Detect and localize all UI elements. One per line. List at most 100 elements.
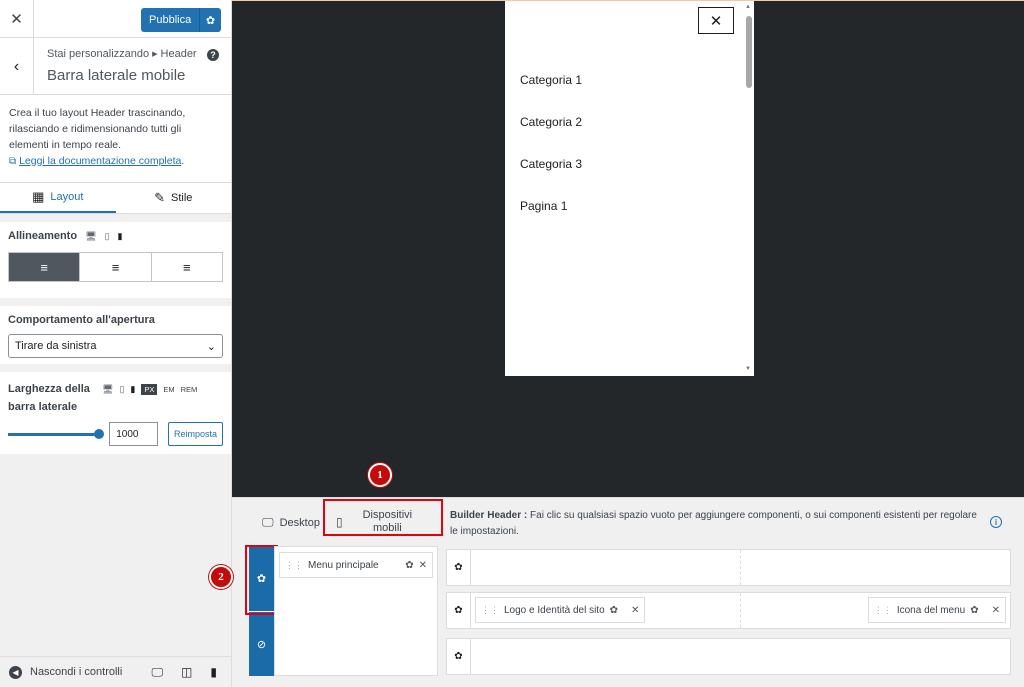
mobile-offcanvas-panel: ✕ Categoria 1 Categoria 2 Categoria 3 Pa… (505, 1, 754, 376)
align-center-button[interactable]: ≡ (80, 253, 152, 281)
mobile-menu: Categoria 1 Categoria 2 Categoria 3 Pagi… (520, 73, 582, 241)
reset-button[interactable]: Reimposta (167, 422, 223, 446)
close-menu-button[interactable]: ✕ (698, 7, 734, 34)
component-menu-icon[interactable]: ⋮⋮ Icona del menu ✿ ✕ (867, 597, 1006, 623)
hide-offcanvas-eye-icon[interactable]: ⊘ (249, 611, 274, 676)
scroll-down-icon[interactable]: ▼ (745, 366, 751, 372)
tab-desktop[interactable]: 🖵 Desktop (262, 515, 320, 530)
tab-style[interactable]: ✎ Stile (116, 183, 232, 213)
hide-controls-label[interactable]: Nascondi i controlli (30, 666, 122, 678)
width-label-line2: barra laterale (8, 401, 78, 413)
publish-button[interactable]: Pubblica ✿ (141, 8, 221, 32)
width-field: Larghezza della barra laterale 🖥 ▯ ▮ PX … (0, 372, 231, 454)
preview-device-switcher: 🖵 ◫ ▮ (151, 665, 231, 680)
header-builder: 1 🖵 Desktop ▯ Dispositivi mobili Builder… (209, 463, 1024, 687)
documentation-link[interactable]: Leggi la documentazione completa (19, 155, 181, 167)
publish-label: Pubblica (149, 14, 192, 26)
sidebar-footer: ◀ Nascondi i controlli 🖵 ◫ ▮ (0, 656, 231, 687)
breadcrumb-section: Header (160, 48, 197, 60)
tab-layout[interactable]: ▦ Layout (0, 183, 116, 213)
align-left-button[interactable]: ≡ (9, 253, 81, 281)
drag-handle-icon[interactable]: ⋮⋮ (481, 605, 499, 616)
behaviour-select-value: Tirare da sinistra (15, 340, 97, 352)
menu-item[interactable]: Pagina 1 (520, 199, 582, 241)
component-remove-icon[interactable]: ✕ (992, 605, 1000, 616)
component-gear-icon[interactable]: ✿ (405, 560, 413, 571)
builder-row-top[interactable]: ✿ (446, 549, 1011, 586)
unit-selector: 🖥 ▯ ▮ PX EM REM (102, 384, 197, 395)
behaviour-label: Comportamento all'apertura (8, 314, 155, 326)
description-text: Crea il tuo layout Header trascinando, r… (9, 107, 186, 151)
tablet-device-icon[interactable]: ▯ (105, 231, 110, 242)
menu-item[interactable]: Categoria 3 (520, 157, 582, 199)
unit-em[interactable]: EM (163, 385, 174, 394)
triangle-right-icon: ▶ (152, 51, 158, 58)
help-icon[interactable]: ? (207, 49, 219, 61)
component-gear-icon[interactable]: ✿ (610, 605, 618, 616)
customizer-sidebar: ✕ Pubblica ✿ ‹ Stai personalizzando ▶ Head… (0, 0, 232, 687)
builder-row-main[interactable]: ✿ ⋮⋮ Logo e Identità del sito ✿ ✕ ⋮⋮ Ico… (446, 592, 1011, 629)
builder-row-bottom[interactable]: ✿ (446, 638, 1011, 675)
alignment-field: Allineamento 🖥 ▯ ▮ ≡ ≡ ≡ (0, 222, 231, 298)
component-label: Menu principale (308, 559, 379, 571)
page-title: Barra laterale mobile (47, 67, 186, 84)
row-gear-icon[interactable]: ✿ (447, 593, 471, 628)
row-gear-icon[interactable]: ✿ (447, 550, 471, 585)
row-divider (740, 593, 741, 628)
tablet-device-icon[interactable]: ▯ (119, 384, 124, 395)
desktop-preview-icon[interactable]: 🖵 (151, 665, 163, 680)
mobile-device-icon[interactable]: ▮ (117, 231, 122, 242)
desktop-icon: 🖵 (262, 515, 274, 529)
info-icon[interactable]: i (990, 516, 1002, 528)
breadcrumb-prefix: Stai personalizzando (47, 48, 150, 60)
mobile-device-icon[interactable]: ▮ (130, 384, 135, 395)
component-main-menu[interactable]: ⋮⋮ Menu principale ✿ ✕ (279, 552, 433, 578)
publish-settings-gear-icon[interactable]: ✿ (199, 8, 221, 32)
menu-item[interactable]: Categoria 2 (520, 115, 582, 157)
drag-handle-icon[interactable]: ⋮⋮ (874, 605, 892, 616)
section-description: Crea il tuo layout Header trascinando, r… (0, 95, 231, 183)
width-slider[interactable] (8, 428, 105, 439)
tab-desktop-label: Desktop (279, 516, 320, 529)
behaviour-select[interactable]: Tirare da sinistra ⌄ (8, 334, 223, 358)
desktop-device-icon[interactable]: 🖥 (85, 231, 96, 242)
desktop-device-icon[interactable]: 🖥 (102, 384, 113, 395)
alignment-button-group: ≡ ≡ ≡ (8, 252, 223, 282)
menu-item[interactable]: Categoria 1 (520, 73, 582, 115)
alignment-label: Allineamento (8, 230, 78, 242)
unit-px[interactable]: PX (141, 384, 158, 395)
back-button[interactable]: ‹ (0, 38, 34, 95)
width-label: Larghezza della barra laterale (8, 380, 102, 416)
width-number-input[interactable]: 1000 (109, 422, 158, 446)
tab-layout-label: Layout (50, 191, 84, 203)
panel-scrollbar[interactable]: ▲ ▼ (745, 4, 752, 372)
slider-thumb[interactable] (94, 428, 105, 439)
external-link-icon: ⧉ (9, 156, 17, 167)
component-label: Logo e Identità del sito (504, 604, 605, 616)
collapse-icon[interactable]: ◀ (9, 665, 22, 679)
unit-rem[interactable]: REM (181, 385, 198, 394)
width-label-line1: Larghezza della (8, 383, 90, 395)
layout-grid-icon: ▦ (32, 189, 45, 204)
close-customizer-button[interactable]: ✕ (0, 0, 34, 38)
mobile-preview-icon[interactable]: ▮ (210, 665, 217, 680)
component-remove-icon[interactable]: ✕ (631, 605, 639, 616)
component-label: Icona del menu (896, 604, 966, 616)
chevron-left-icon: ‹ (13, 57, 20, 75)
align-right-button[interactable]: ≡ (152, 253, 222, 281)
settings-tabs: ▦ Layout ✎ Stile (0, 183, 231, 214)
tablet-preview-icon[interactable]: ◫ (181, 665, 192, 680)
chevron-down-icon: ⌄ (206, 340, 216, 353)
sidebar-top-bar: ✕ Pubblica ✿ (0, 0, 231, 38)
drag-handle-icon[interactable]: ⋮⋮ (285, 560, 303, 571)
behaviour-field: Comportamento all'apertura Tirare da sin… (0, 306, 231, 364)
row-gear-icon[interactable]: ✿ (447, 639, 471, 674)
scrollbar-thumb[interactable] (746, 16, 752, 88)
offcanvas-drop-area[interactable]: ⋮⋮ Menu principale ✿ ✕ (274, 546, 438, 676)
builder-info-text: Builder Header : Fai clic su qualsiasi s… (450, 508, 980, 540)
breadcrumb: Stai personalizzando ▶ Header (47, 48, 197, 60)
component-gear-icon[interactable]: ✿ (970, 605, 978, 616)
component-logo[interactable]: ⋮⋮ Logo e Identità del sito ✿ ✕ (475, 597, 646, 623)
component-remove-icon[interactable]: ✕ (419, 560, 427, 571)
scroll-up-icon[interactable]: ▲ (745, 4, 751, 10)
